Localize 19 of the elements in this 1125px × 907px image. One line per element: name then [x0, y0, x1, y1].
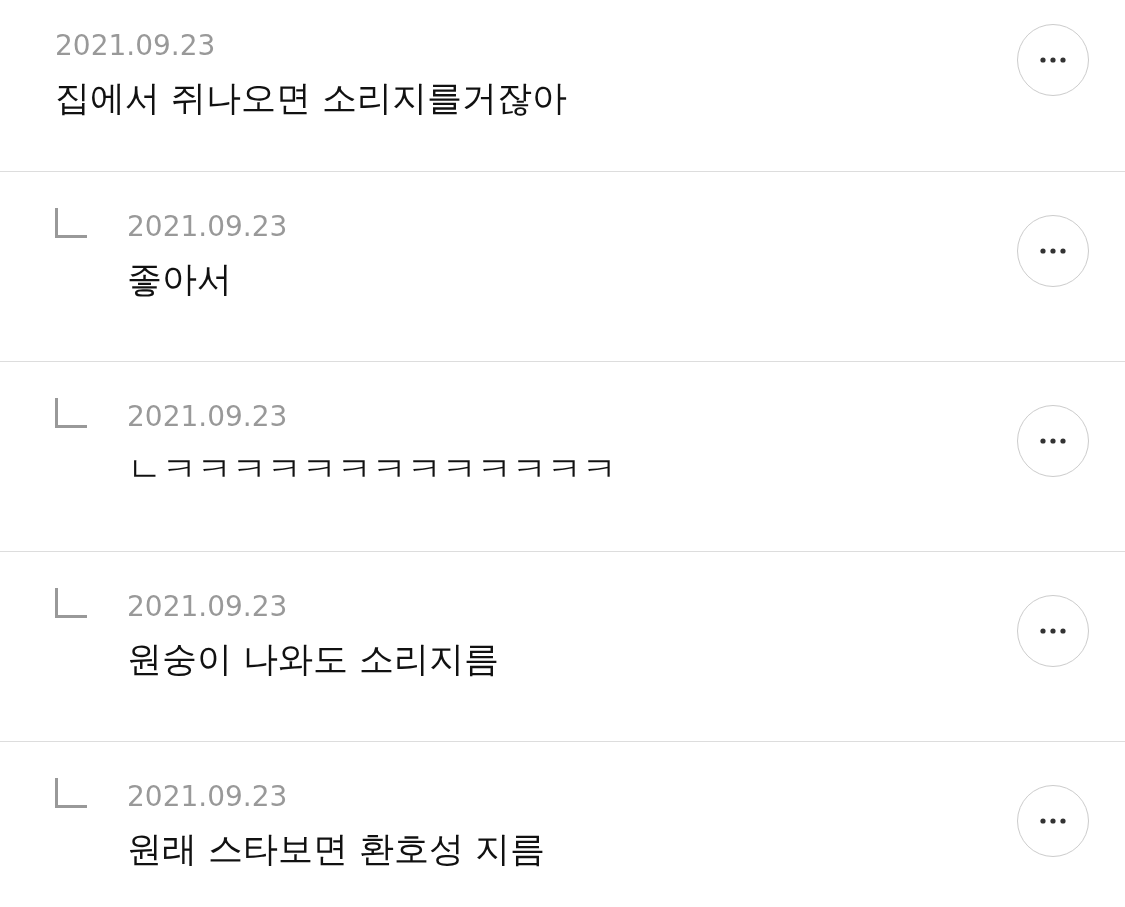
reply-text: ㄴㅋㅋㅋㅋㅋㅋㅋㅋㅋㅋㅋㅋㅋ — [127, 448, 618, 491]
more-icon — [1040, 628, 1066, 634]
reply-text: 원숭이 나와도 소리지름 — [127, 638, 501, 681]
reply-icon — [55, 588, 87, 618]
reply-text: 좋아서 — [127, 258, 233, 301]
reply-date: 2021.09.23 — [127, 779, 289, 815]
reply-icon — [55, 398, 87, 428]
comment-date: 2021.09.23 — [55, 28, 217, 64]
reply-date: 2021.09.23 — [127, 209, 289, 245]
more-icon — [1040, 438, 1066, 444]
reply-text: 원래 스타보면 환호성 지름 — [127, 828, 547, 871]
more-icon — [1040, 57, 1066, 63]
reply-icon — [55, 208, 87, 238]
comment-text: 집에서 쥐나오면 소리지를거잖아 — [55, 77, 569, 120]
more-icon — [1040, 248, 1066, 254]
more-icon — [1040, 818, 1066, 824]
reply-date: 2021.09.23 — [127, 589, 289, 625]
reply-icon — [55, 778, 87, 808]
reply-date: 2021.09.23 — [127, 399, 289, 435]
